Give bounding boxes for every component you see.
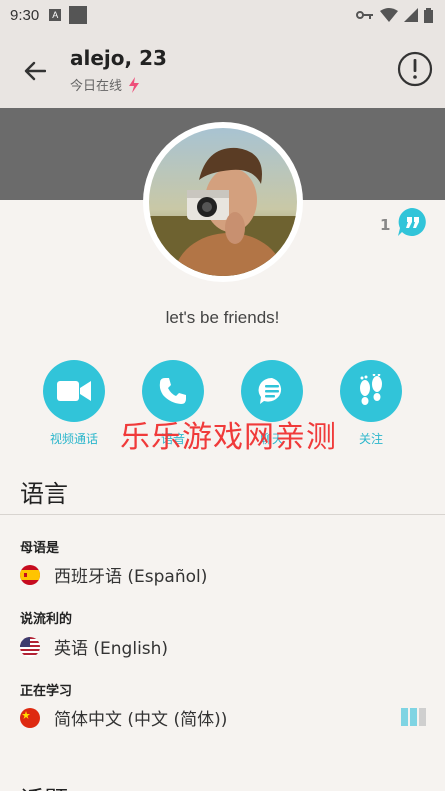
references-button[interactable]: [396, 206, 428, 242]
video-call-action[interactable]: 视频通话: [34, 360, 114, 447]
video-icon: [57, 381, 91, 401]
topics-section-title: 话题: [20, 780, 68, 791]
wifi-icon: [380, 8, 398, 22]
level-bar: [401, 708, 408, 726]
level-bar: [410, 708, 417, 726]
level-bar: [419, 708, 426, 726]
watermark-text: 乐乐游戏网亲测: [120, 420, 337, 455]
video-call-label: 视频通话: [49, 432, 98, 446]
status-bar: 9:30 A: [0, 0, 445, 30]
profile-bio: let's be friends!: [165, 308, 280, 327]
fluent-language-label: 说流利的: [20, 612, 73, 627]
native-language-label: 母语是: [20, 541, 60, 556]
china-flag-icon: [20, 707, 40, 728]
references-count: 1: [380, 216, 391, 234]
fluent-language-row: 英语 (English): [20, 634, 168, 659]
video-call-button[interactable]: [43, 360, 105, 422]
section-divider: [0, 514, 445, 515]
vpn-key-icon: [356, 11, 373, 19]
follow-button[interactable]: [340, 360, 402, 422]
arrow-back-icon: [24, 61, 46, 81]
signal-icon: [404, 8, 418, 22]
avatar[interactable]: [149, 128, 297, 276]
footprints-icon: [360, 374, 382, 405]
back-button[interactable]: [18, 54, 52, 88]
fluent-language-name: 英语 (English): [54, 639, 169, 659]
native-language-name: 西班牙语 (Español): [54, 567, 208, 587]
profile-name: alejo, 23: [70, 46, 167, 70]
online-status-text: 今日在线: [70, 79, 123, 94]
learning-language-row: 简体中文 (中文 (简体)): [20, 705, 227, 730]
status-time: 9:30: [10, 6, 40, 24]
follow-action[interactable]: 关注: [331, 360, 411, 447]
follow-label: 关注: [358, 432, 383, 446]
languages-section-title: 语言: [20, 480, 68, 508]
avatar-photo: [149, 128, 297, 276]
chat-icon: [258, 377, 282, 404]
notification-square-icon: [69, 6, 88, 24]
battery-icon: [424, 7, 433, 23]
lightning-icon: [129, 76, 140, 93]
us-flag-icon: [20, 636, 40, 657]
learning-language-label: 正在学习: [20, 684, 73, 699]
learning-level-indicator: [401, 708, 426, 726]
native-language-row: 西班牙语 (Español): [20, 562, 207, 587]
spain-flag-icon: [20, 564, 40, 585]
quote-bubble-icon: [398, 208, 426, 236]
online-status: 今日在线: [70, 75, 140, 94]
profile-header: alejo, 23 今日在线: [0, 30, 445, 108]
report-button[interactable]: [396, 50, 434, 88]
alert-circle-icon: [397, 51, 433, 87]
learning-language-name: 简体中文 (中文 (简体)): [54, 710, 228, 730]
phone-icon: [159, 378, 186, 404]
notification-a-icon: A: [49, 9, 62, 21]
